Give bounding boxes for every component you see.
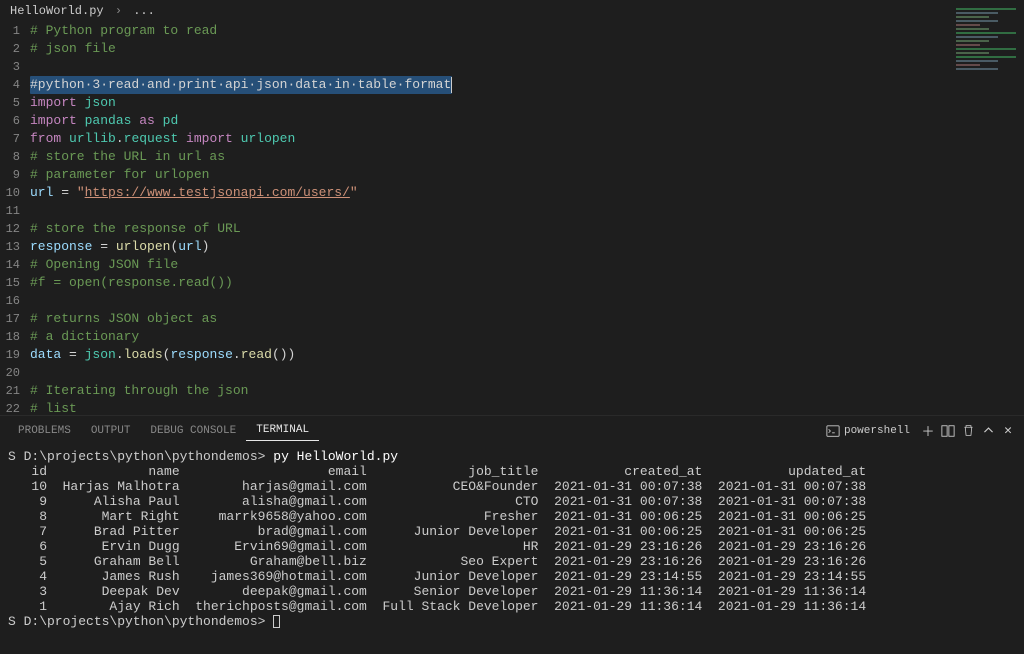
breadcrumb-file[interactable]: HelloWorld.py: [10, 4, 104, 18]
code-line[interactable]: response = urlopen(url): [30, 238, 1024, 256]
line-number: 14: [0, 256, 20, 274]
code-line[interactable]: # returns JSON object as: [30, 310, 1024, 328]
terminal-output[interactable]: S D:\projects\python\pythondemos> py Hel…: [0, 445, 1024, 653]
line-number: 3: [0, 58, 20, 76]
close-panel-button[interactable]: ✕: [1000, 423, 1016, 439]
editor-code[interactable]: # Python program to read# json file #pyth…: [30, 22, 1024, 415]
line-number: 18: [0, 328, 20, 346]
panel-tab-terminal[interactable]: TERMINAL: [246, 420, 319, 441]
kill-terminal-button[interactable]: [960, 423, 976, 439]
maximize-panel-button[interactable]: [980, 423, 996, 439]
line-number: 1: [0, 22, 20, 40]
line-number: 4: [0, 76, 20, 94]
line-number: 13: [0, 238, 20, 256]
code-line[interactable]: # list: [30, 400, 1024, 415]
code-line[interactable]: # json file: [30, 40, 1024, 58]
shell-label: powershell: [844, 425, 910, 437]
code-line[interactable]: # store the response of URL: [30, 220, 1024, 238]
panel-tabs: PROBLEMSOUTPUTDEBUG CONSOLETERMINAL powe…: [0, 416, 1024, 445]
line-number: 20: [0, 364, 20, 382]
line-number: 19: [0, 346, 20, 364]
code-line[interactable]: [30, 58, 1024, 76]
breadcrumb-separator: ›: [115, 4, 122, 18]
line-number: 17: [0, 310, 20, 328]
line-number: 5: [0, 94, 20, 112]
split-icon: [941, 424, 955, 438]
code-line[interactable]: # Opening JSON file: [30, 256, 1024, 274]
line-number: 15: [0, 274, 20, 292]
line-number: 7: [0, 130, 20, 148]
chevron-up-icon: [982, 424, 995, 437]
trash-icon: [962, 424, 975, 437]
code-line[interactable]: data = json.loads(response.read()): [30, 346, 1024, 364]
terminal-shell-selector[interactable]: powershell: [826, 424, 910, 438]
editor[interactable]: 1234567891011121314151617181920212223 # …: [0, 22, 1024, 415]
breadcrumb[interactable]: HelloWorld.py › ...: [0, 0, 1024, 22]
code-line[interactable]: [30, 202, 1024, 220]
panel-tab-debug-console[interactable]: DEBUG CONSOLE: [140, 421, 246, 441]
code-line[interactable]: # Iterating through the json: [30, 382, 1024, 400]
new-terminal-button[interactable]: ＋: [920, 423, 936, 439]
line-number: 21: [0, 382, 20, 400]
code-line[interactable]: url = "https://www.testjsonapi.com/users…: [30, 184, 1024, 202]
panel-tab-output[interactable]: OUTPUT: [81, 421, 141, 441]
code-line[interactable]: [30, 364, 1024, 382]
panel: PROBLEMSOUTPUTDEBUG CONSOLETERMINAL powe…: [0, 415, 1024, 653]
line-number: 8: [0, 148, 20, 166]
line-number: 9: [0, 166, 20, 184]
breadcrumb-tail[interactable]: ...: [133, 4, 155, 18]
code-line[interactable]: from urllib.request import urlopen: [30, 130, 1024, 148]
line-number: 10: [0, 184, 20, 202]
line-number: 6: [0, 112, 20, 130]
code-line[interactable]: #python·3·read·and·print·api·json·data·i…: [30, 76, 1024, 94]
line-number: 11: [0, 202, 20, 220]
minimap[interactable]: [956, 8, 1016, 78]
code-line[interactable]: [30, 292, 1024, 310]
line-number: 2: [0, 40, 20, 58]
editor-gutter: 1234567891011121314151617181920212223: [0, 22, 30, 415]
terminal-icon: [826, 424, 840, 438]
code-line[interactable]: # Python program to read: [30, 22, 1024, 40]
code-line[interactable]: # store the URL in url as: [30, 148, 1024, 166]
code-line[interactable]: #f = open(response.read()): [30, 274, 1024, 292]
code-line[interactable]: import pandas as pd: [30, 112, 1024, 130]
line-number: 22: [0, 400, 20, 415]
code-line[interactable]: # parameter for urlopen: [30, 166, 1024, 184]
panel-tab-problems[interactable]: PROBLEMS: [8, 421, 81, 441]
line-number: 16: [0, 292, 20, 310]
split-terminal-button[interactable]: [940, 423, 956, 439]
code-line[interactable]: # a dictionary: [30, 328, 1024, 346]
code-line[interactable]: import json: [30, 94, 1024, 112]
line-number: 12: [0, 220, 20, 238]
